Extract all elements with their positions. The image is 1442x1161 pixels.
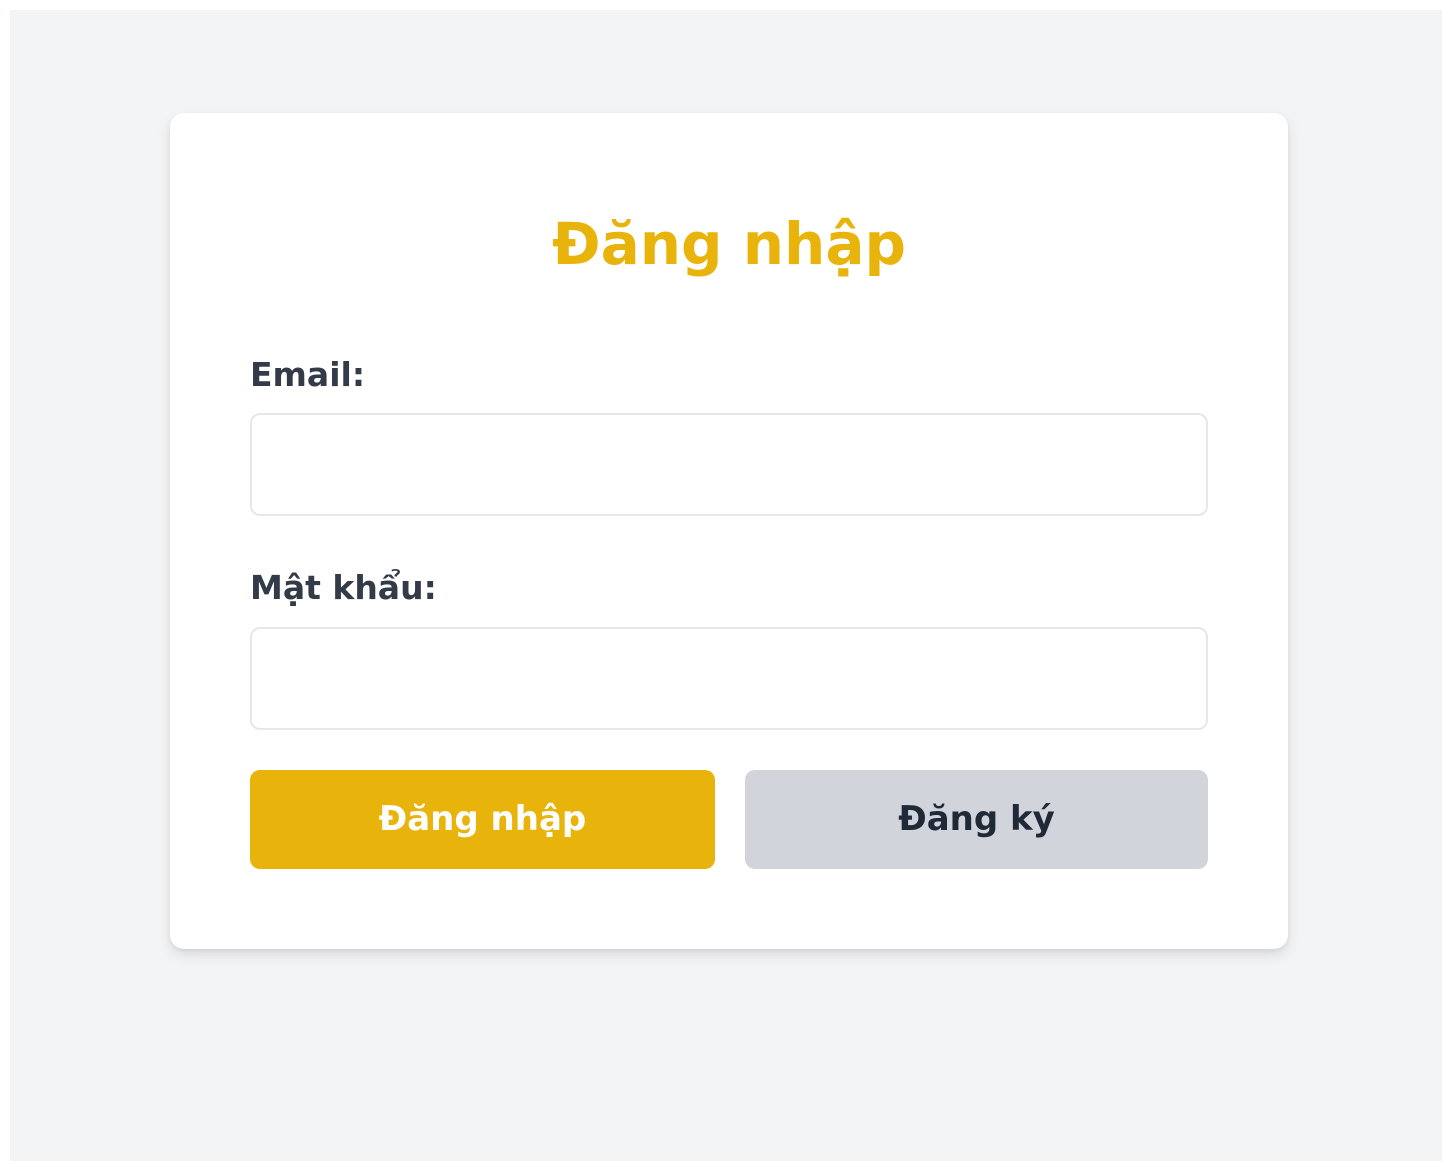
login-card: Đăng nhập Email: Mật khẩu: Đăng nhập Đăn… <box>170 113 1288 949</box>
register-button[interactable]: Đăng ký <box>745 770 1208 869</box>
password-input[interactable] <box>250 627 1208 730</box>
email-label: Email: <box>250 355 366 394</box>
login-button[interactable]: Đăng nhập <box>250 770 715 869</box>
email-input[interactable] <box>250 413 1208 516</box>
page-title: Đăng nhập <box>552 210 906 278</box>
password-label: Mật khẩu: <box>250 568 437 607</box>
page-background: Đăng nhập Email: Mật khẩu: Đăng nhập Đăn… <box>10 10 1442 1161</box>
